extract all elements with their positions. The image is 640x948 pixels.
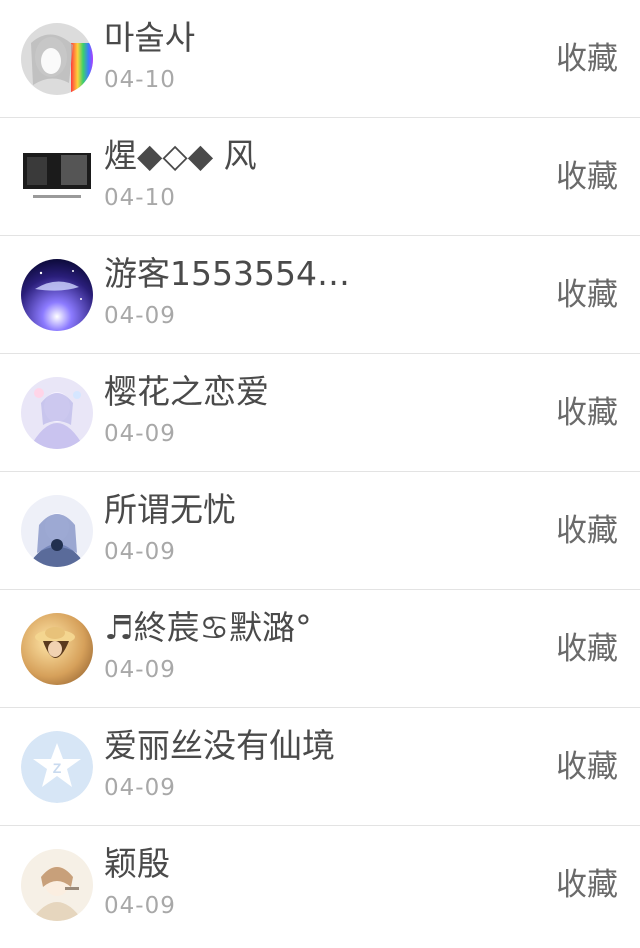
list-item[interactable]: 游客1553554… 04-09 收藏 [0, 236, 640, 354]
favorite-button[interactable]: 收藏 [556, 510, 618, 552]
list-item[interactable]: ♬終莀♋默潞° 04-09 收藏 [0, 590, 640, 708]
user-name: 颖殷 [104, 844, 170, 883]
favorite-button[interactable]: 收藏 [556, 864, 618, 906]
user-name: 煋◆◇◆ 风 [104, 136, 257, 175]
user-name: ♬終莀♋默潞° [104, 608, 312, 647]
user-name: 所谓无忧 [104, 490, 236, 529]
favorite-button[interactable]: 收藏 [556, 274, 618, 316]
list-item[interactable]: 颖殷 04-09 收藏 [0, 826, 640, 944]
avatar[interactable] [21, 495, 93, 567]
date-label: 04-09 [104, 421, 176, 447]
favorite-button[interactable]: 收藏 [556, 156, 618, 198]
user-name: 游客1553554… [104, 254, 350, 293]
date-label: 04-09 [104, 539, 176, 565]
user-name: 爱丽丝没有仙境 [104, 726, 335, 765]
user-list: 마술사 04-10 收藏 煋◆◇◆ 风 04-10 收藏 游客1553554… … [0, 0, 640, 944]
favorite-button[interactable]: 收藏 [556, 38, 618, 80]
avatar[interactable] [21, 23, 93, 95]
list-item[interactable]: 所谓无忧 04-09 收藏 [0, 472, 640, 590]
date-label: 04-09 [104, 657, 176, 683]
avatar[interactable] [21, 849, 93, 921]
svg-text:Z: Z [53, 760, 62, 776]
avatar[interactable] [21, 613, 93, 685]
user-name: 樱花之恋爱 [104, 372, 269, 411]
list-item[interactable]: 樱花之恋爱 04-09 收藏 [0, 354, 640, 472]
avatar[interactable]: Z [21, 731, 93, 803]
avatar[interactable] [21, 377, 93, 449]
favorite-button[interactable]: 收藏 [556, 746, 618, 788]
user-name: 마술사 [104, 18, 196, 57]
date-label: 04-09 [104, 893, 176, 919]
date-label: 04-09 [104, 775, 176, 801]
list-item[interactable]: 煋◆◇◆ 风 04-10 收藏 [0, 118, 640, 236]
date-label: 04-10 [104, 185, 176, 211]
favorite-button[interactable]: 收藏 [556, 392, 618, 434]
date-label: 04-10 [104, 67, 176, 93]
avatar[interactable] [21, 259, 93, 331]
date-label: 04-09 [104, 303, 176, 329]
avatar[interactable] [21, 141, 93, 213]
list-item[interactable]: Z 爱丽丝没有仙境 04-09 收藏 [0, 708, 640, 826]
list-item[interactable]: 마술사 04-10 收藏 [0, 0, 640, 118]
favorite-button[interactable]: 收藏 [556, 628, 618, 670]
